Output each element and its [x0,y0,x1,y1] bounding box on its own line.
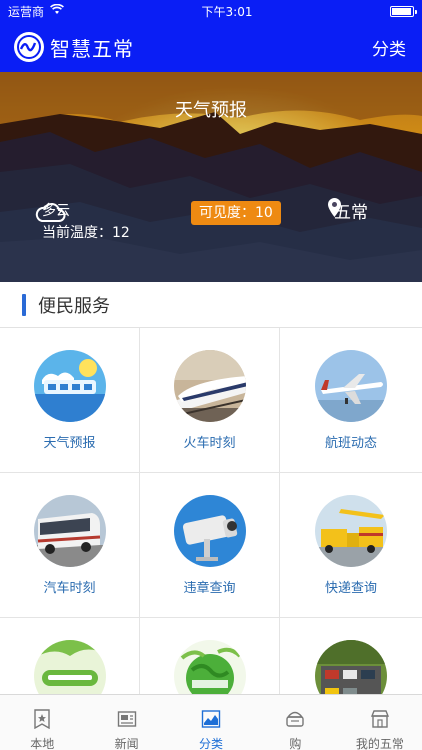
service-label: 航班动态 [324,436,377,451]
section-header: 便民服务 [0,282,422,328]
weather-info: 多云 当前温度：12 [34,200,130,244]
train-icon [173,350,246,422]
tab-local[interactable]: 本地 [0,695,84,750]
local-icon [32,709,52,732]
bus-icon [33,495,106,567]
tab-category[interactable]: 分类 [169,695,253,750]
shop-icon [285,709,305,732]
service-weather[interactable]: 天气预报 [0,328,140,473]
tab-label: 新闻 [114,737,139,750]
section-title: 便民服务 [38,295,110,317]
brand: 智慧五常 [14,32,134,62]
category-icon [201,709,221,732]
store-icon [370,709,390,732]
service-express[interactable]: 快递查询 [280,473,422,618]
tab-label: 分类 [199,737,224,750]
status-bar: 运营商 下午3:01 [0,0,422,22]
traffic-camera-icon [173,495,246,567]
battery-icon [390,5,417,17]
delivery-truck-icon [315,495,387,567]
current-temperature: 当前温度：12 [42,225,130,241]
service-grid: 天气预报 火车时刻 航班动态 汽车时刻 违章查询 快递查询 [0,328,422,694]
health-globe-icon [173,640,246,694]
banner-title: 天气预报 [175,100,247,121]
service-label: 违章查询 [183,581,236,596]
airplane-icon [315,350,387,422]
wifi-icon [50,3,64,18]
section-accent-bar [22,293,26,316]
tab-news[interactable]: 新闻 [84,695,168,750]
app-title: 智慧五常 [50,36,134,61]
service-health[interactable] [140,618,280,694]
category-button[interactable]: 分类 [372,35,406,60]
weather-forecast-icon [33,350,106,422]
top-bar: 运营商 下午3:01 智慧五常 分类 [0,0,422,72]
nav-bar: 智慧五常 分类 [0,22,422,72]
carrier-label: 运营商 [8,4,45,19]
location: 五常 [328,198,368,223]
service-utility-payment[interactable] [0,618,140,694]
tab-label: 我的五常 [355,737,404,750]
service-flight[interactable]: 航班动态 [280,328,422,473]
tab-bar: 本地 新闻 分类 购 我的五常 [0,694,422,750]
visibility-badge: 可见度：10 [191,201,281,225]
service-label: 天气预报 [43,436,96,451]
clock: 下午3:01 [201,4,253,19]
tab-label: 本地 [30,737,55,750]
tab-my-wuchang[interactable]: 我的五常 [338,695,422,750]
tab-label: 购 [289,737,302,750]
service-train[interactable]: 火车时刻 [140,328,280,473]
weather-banner[interactable]: 天气预报 多云 当前温度：12 可见度：10 五常 [0,72,422,282]
app-logo-icon [14,32,44,62]
service-traffic-violation[interactable]: 违章查询 [140,473,280,618]
service-parking[interactable] [280,618,422,694]
service-bus[interactable]: 汽车时刻 [0,473,140,618]
service-label: 火车时刻 [183,436,236,451]
parking-icon [315,640,387,694]
service-label: 汽车时刻 [43,581,96,596]
news-icon [117,709,137,732]
utility-payment-icon [33,640,106,694]
tab-shop[interactable]: 购 [253,695,337,750]
service-label: 快递查询 [324,581,377,596]
